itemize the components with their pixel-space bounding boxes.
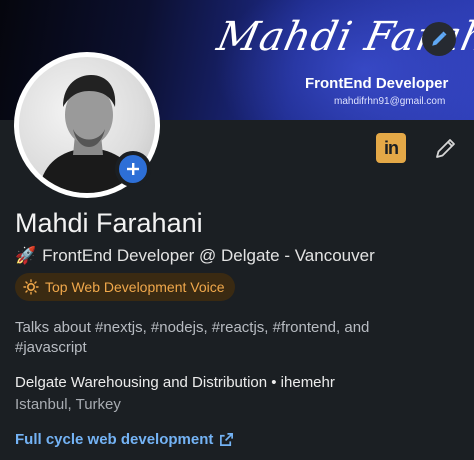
external-link-icon [220,433,234,446]
banner-role: FrontEnd Developer [305,75,449,92]
profile-headline: 🚀 FrontEnd Developer @ Delgate - Vancouve… [15,246,375,266]
top-voice-badge[interactable]: Top Web Development Voice [15,273,235,301]
rocket-icon: 🚀 [15,246,37,265]
website-label: Full cycle web development [15,431,214,448]
banner-email: mahdifrhn91@gmail.com [334,96,446,107]
linkedin-icon: in [384,137,399,158]
badge-label: Top Web Development Voice [45,279,225,295]
lightbulb-icon [23,279,39,295]
profile-location: Istanbul, Turkey [15,396,121,413]
profile-company[interactable]: Delgate Warehousing and Distribution • i… [15,374,335,391]
website-link[interactable]: Full cycle web development [15,431,234,448]
headline-text: FrontEnd Developer @ Delgate - Vancouver [42,246,375,265]
add-photo-button[interactable] [115,151,151,187]
edit-profile-button[interactable] [431,133,461,163]
pencil-icon [436,139,455,158]
pencil-icon [432,31,447,46]
profile-about: Talks about #nextjs, #nodejs, #reactjs, … [15,319,370,356]
plus-icon [127,163,139,175]
edit-banner-button[interactable] [422,22,456,56]
linkedin-button[interactable]: in [376,133,406,163]
profile-name: Mahdi Farahani [15,208,203,238]
